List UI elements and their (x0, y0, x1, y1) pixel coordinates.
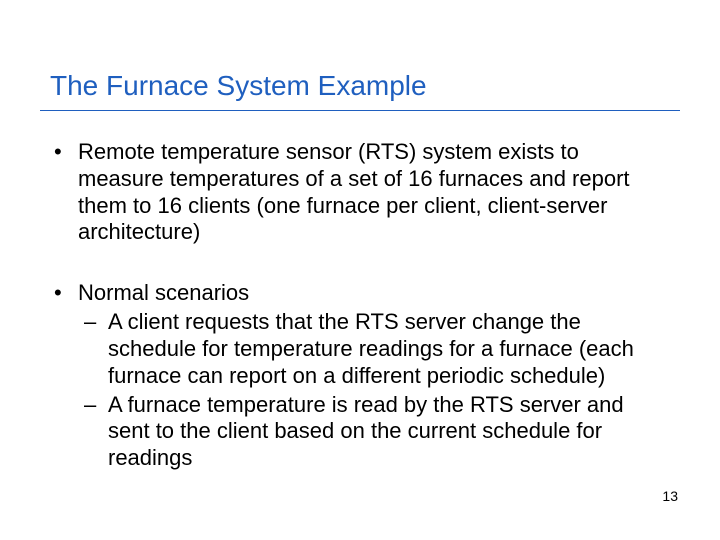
list-item: A furnace temperature is read by the RTS… (78, 392, 670, 472)
list-item: Remote temperature sensor (RTS) system e… (50, 139, 670, 246)
sub-bullet-text: A client requests that the RTS server ch… (108, 309, 634, 388)
list-item: A client requests that the RTS server ch… (78, 309, 670, 389)
bullet-text: Normal scenarios (78, 280, 249, 305)
page-number: 13 (662, 488, 678, 504)
slide-title: The Furnace System Example (40, 70, 680, 111)
bullet-text: Remote temperature sensor (RTS) system e… (78, 139, 630, 244)
sub-bullet-text: A furnace temperature is read by the RTS… (108, 392, 624, 471)
sub-bullet-list: A client requests that the RTS server ch… (78, 309, 670, 472)
slide: The Furnace System Example Remote temper… (0, 0, 720, 540)
list-item: Normal scenarios A client requests that … (50, 280, 670, 472)
bullet-list: Remote temperature sensor (RTS) system e… (40, 139, 680, 472)
